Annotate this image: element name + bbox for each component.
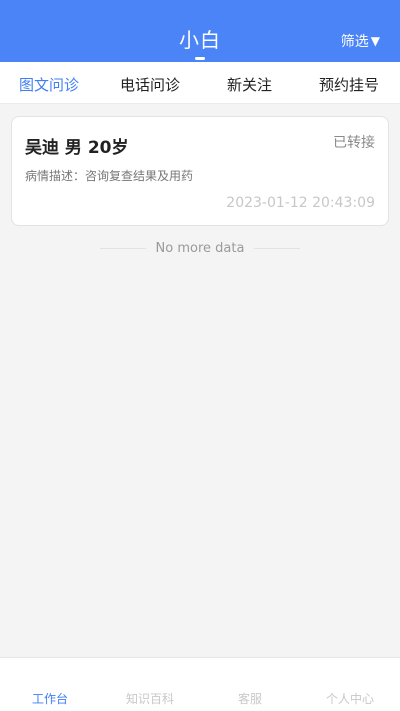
tab-new-followers[interactable]: 新关注 xyxy=(227,74,272,95)
title-indicator xyxy=(195,57,205,60)
divider-right xyxy=(254,247,300,249)
nav-workbench[interactable]: 工作台 xyxy=(0,690,100,707)
nav-personal-center[interactable]: 个人中心 xyxy=(300,690,400,707)
filter-button[interactable]: 筛选 ▼ xyxy=(341,31,380,51)
bottom-nav: 工作台 知识百科 客服 个人中心 xyxy=(0,657,400,711)
consultation-tabs: 图文问诊 电话问诊 新关注 预约挂号 xyxy=(0,62,400,104)
tab-phone-consultation[interactable]: 电话问诊 xyxy=(120,74,180,95)
timestamp: 2023-01-12 20:43:09 xyxy=(226,195,375,211)
patient-info: 吴迪 男 20岁 xyxy=(25,138,129,158)
tab-image-text-consultation[interactable]: 图文问诊 xyxy=(19,74,79,95)
filter-label: 筛选 xyxy=(340,34,369,50)
triangle-down-icon: ▼ xyxy=(370,34,380,48)
nav-customer-service[interactable]: 客服 xyxy=(200,690,300,707)
app-header: 小白 筛选 ▼ xyxy=(0,0,400,62)
no-more-data-text: No more data xyxy=(155,240,245,256)
nav-knowledge-base[interactable]: 知识百科 xyxy=(100,690,200,707)
tab-appointment-registration[interactable]: 预约挂号 xyxy=(319,74,379,95)
list-end-indicator: No more data xyxy=(100,240,300,256)
consultation-card[interactable]: 吴迪 男 20岁 已转接 病情描述：咨询复查结果及用药 2023-01-12 2… xyxy=(11,116,389,226)
status-badge: 已转接 xyxy=(333,135,375,151)
condition-description: 病情描述：咨询复查结果及用药 xyxy=(25,169,194,183)
divider-left xyxy=(100,247,146,249)
